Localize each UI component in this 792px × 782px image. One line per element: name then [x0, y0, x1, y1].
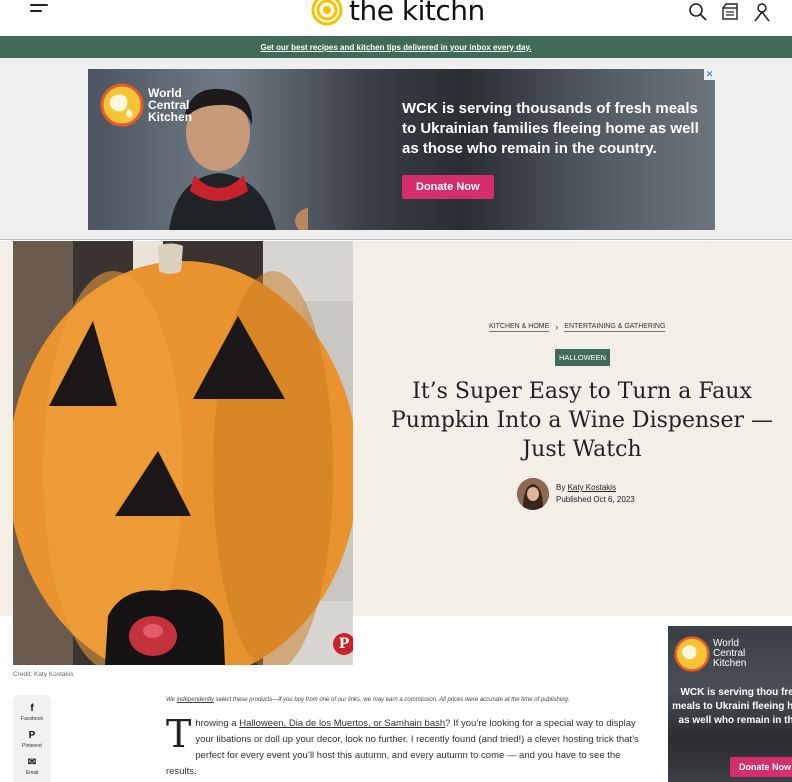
byline-text: By Katy Kostakis Published Oct 6, 2023 [556, 482, 635, 506]
side-ad-donate-button[interactable]: Donate Now [730, 757, 792, 777]
wck-globe-icon [100, 83, 144, 127]
site-logo[interactable]: the kitchn [311, 0, 485, 28]
logo-mark-icon [311, 0, 343, 26]
side-ad-headline: WCK is serving thou fresh meals to Ukrai… [672, 687, 792, 726]
disclaimer-post: select these products—if you buy from on… [215, 697, 570, 703]
email-icon: ✉ [27, 757, 37, 768]
newsletter-link[interactable]: Get our best recipes and kitchen tips de… [260, 43, 531, 52]
header-actions [688, 2, 772, 22]
disclaimer-pre: We [166, 697, 175, 703]
breadcrumb-item-kitchen-home[interactable]: KITCHEN & HOME [489, 323, 550, 332]
pumpkin-illustration [13, 241, 353, 665]
category-tag[interactable]: HALLOWEEN [555, 349, 611, 366]
disclaimer-link[interactable]: independently [177, 697, 214, 703]
logo-text: the kitchn [349, 0, 485, 27]
image-credit: Credit: Katy Kostakis [13, 671, 74, 678]
pumpkin-photo: P [13, 241, 353, 665]
share-label: Pinterest [22, 743, 42, 749]
byline: By Katy Kostakis Published Oct 6, 2023 [517, 478, 635, 510]
breadcrumb: KITCHEN & HOME › ENTERTAINING & GATHERIN… [489, 322, 666, 332]
wck-logo: World Central Kitchen [100, 83, 192, 127]
wck-globe-icon [674, 636, 710, 672]
chevron-right-icon: › [555, 322, 559, 332]
menu-icon[interactable] [30, 4, 50, 18]
ad-close-icon[interactable]: ✕ [704, 69, 715, 80]
article-body: T hrowing a Halloween, Dia de los Muerto… [166, 712, 644, 780]
site-header: the kitchn [0, 0, 792, 36]
body-pre: hrowing a [195, 718, 237, 729]
share-email[interactable]: ✉ Email [13, 757, 51, 776]
drop-cap: T [166, 712, 192, 756]
author-link[interactable]: Katy Kostakis [568, 483, 616, 492]
account-icon[interactable] [752, 2, 772, 22]
facebook-icon: f [30, 703, 34, 714]
share-label: Email [25, 770, 39, 776]
share-facebook[interactable]: f Facebook [13, 703, 51, 722]
share-pinterest[interactable]: P Pinterest [13, 730, 51, 749]
article-title: It’s Super Easy to Turn a Faux Pumpkin I… [391, 379, 773, 462]
breadcrumb-item-entertaining[interactable]: ENTERTAINING & GATHERING [564, 323, 666, 332]
newsletter-banner: Get our best recipes and kitchen tips de… [0, 36, 792, 58]
wck-brand-text: World Central Kitchen [713, 638, 747, 669]
wck-brand-text: World Central Kitchen [148, 86, 193, 124]
wck-logo: World Central Kitchen [674, 636, 746, 672]
pinterest-icon: P [28, 730, 36, 741]
author-avatar[interactable] [517, 478, 549, 510]
affiliate-disclaimer: We independently select these products—i… [166, 697, 646, 703]
recipe-box-icon[interactable] [720, 2, 740, 22]
byline-prefix: By [556, 483, 566, 492]
wck-banner-ad[interactable]: World Central Kitchen WCK is serving tho… [88, 69, 715, 230]
ad-headline: WCK is serving thousands of fresh meals … [402, 100, 699, 157]
share-rail: f Facebook P Pinterest ✉ Email [13, 695, 51, 782]
body-link-halloween[interactable]: Halloween, Dia de los Muertos, or Samhai… [239, 718, 445, 729]
article-hero: P KITCHEN & HOME › ENTERTAINING & GATHER… [0, 241, 792, 665]
ad-donate-button[interactable]: Donate Now [402, 175, 494, 199]
share-label: Facebook [21, 716, 43, 722]
ad-container: World Central Kitchen WCK is serving tho… [0, 58, 792, 240]
wck-side-ad[interactable]: World Central Kitchen WCK is serving tho… [668, 626, 792, 782]
pin-it-button[interactable]: P [333, 633, 353, 655]
search-icon[interactable] [688, 2, 708, 22]
published-date: Published Oct 6, 2023 [556, 495, 635, 504]
